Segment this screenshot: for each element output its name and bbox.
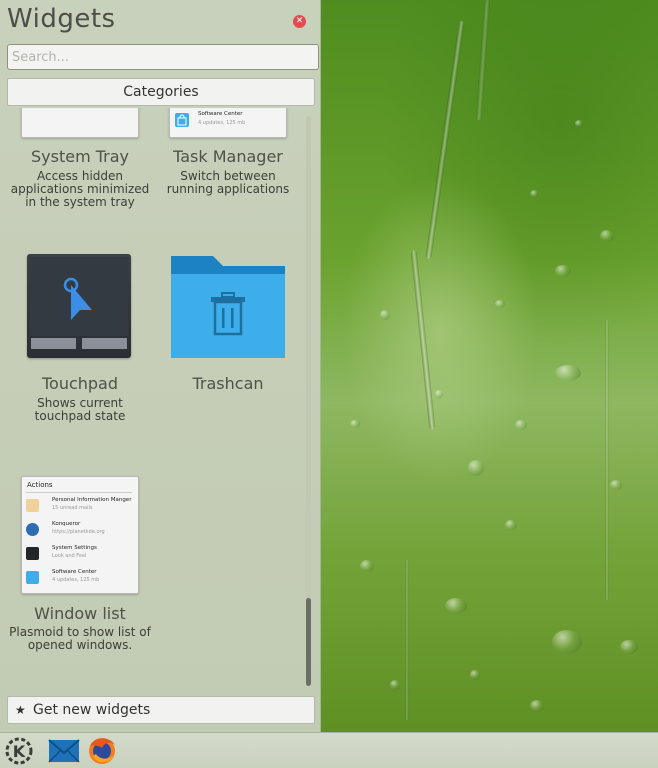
close-icon: ✕ xyxy=(295,16,304,26)
water-drop xyxy=(600,230,614,242)
widget-item-task-manager[interactable]: Software Center 4 updates, 125 mb Task M… xyxy=(153,108,303,212)
software-center-icon xyxy=(26,571,39,584)
water-drop xyxy=(470,670,480,680)
widget-item-window-list[interactable]: Actions Personal Information Manger 15 u… xyxy=(5,476,155,656)
get-new-widgets-label: Get new widgets xyxy=(33,702,151,718)
widget-explorer-panel: Widgets ✕ Categories System Tray Access … xyxy=(0,0,321,732)
get-new-widgets-button[interactable]: ★ Get new widgets xyxy=(7,696,315,724)
touchpad-right-button xyxy=(82,338,127,349)
preview-row: Software Center 4 updates, 125 mb xyxy=(26,569,136,587)
pointer-icon xyxy=(63,277,92,320)
water-drop xyxy=(360,560,374,572)
preview-app-detail: 4 updates, 125 mb xyxy=(198,120,246,126)
water-drop xyxy=(530,700,544,712)
widget-description: Access hidden applications minimized in … xyxy=(10,169,150,209)
rain-streak xyxy=(425,20,465,260)
water-drop xyxy=(380,310,390,320)
preview-row-subtitle: https://planetkde.org xyxy=(52,529,105,535)
preview-app-name: Software Center xyxy=(198,111,243,117)
preview-row: System Settings Look and Feel xyxy=(26,545,136,563)
water-drop xyxy=(445,598,467,614)
konqueror-icon xyxy=(26,523,39,536)
touchpad-thumbnail xyxy=(27,254,131,358)
water-drop xyxy=(505,520,517,530)
water-drop xyxy=(552,630,582,654)
widget-item-trashcan[interactable]: Trashcan xyxy=(153,254,303,434)
water-drop xyxy=(515,420,527,430)
widget-description: Plasmoid to show list of opened windows. xyxy=(9,625,151,652)
preview-header: Actions xyxy=(27,481,53,489)
wallpaper xyxy=(320,0,658,732)
water-drop xyxy=(555,265,571,277)
water-drop xyxy=(468,460,484,476)
system-tray-preview xyxy=(21,108,139,138)
water-drop xyxy=(530,190,539,198)
widget-description: Switch between running applications xyxy=(166,169,290,196)
rain-streak xyxy=(605,320,609,600)
widget-item-touchpad[interactable]: Touchpad Shows current touchpad state xyxy=(5,254,155,434)
taskbar: K xyxy=(0,732,658,768)
trashcan-folder-icon xyxy=(171,256,285,358)
system-settings-icon xyxy=(26,547,39,560)
kde-launcher-icon[interactable]: K xyxy=(3,736,35,766)
water-drop xyxy=(575,120,583,128)
widget-name: Trashcan xyxy=(192,374,264,393)
search-input[interactable] xyxy=(7,44,319,70)
rain-streak xyxy=(475,0,491,121)
svg-text:K: K xyxy=(13,742,26,761)
preview-row-title: System Settings xyxy=(52,545,97,551)
widget-grid: System Tray Access hidden applications m… xyxy=(0,108,304,688)
preview-row-subtitle: 4 updates, 125 mb xyxy=(52,577,100,583)
rain-streak xyxy=(410,250,436,430)
preview-row: Personal Information Manger 15 unread ma… xyxy=(26,497,136,515)
preview-divider xyxy=(26,492,132,493)
water-drop xyxy=(610,480,622,490)
water-drop xyxy=(495,300,505,308)
widget-name: Task Manager xyxy=(173,147,283,166)
water-drop xyxy=(350,420,360,428)
water-drop xyxy=(555,365,581,381)
water-drop xyxy=(620,640,638,654)
mail-icon[interactable] xyxy=(48,736,80,766)
preview-row-subtitle: Look and Feel xyxy=(52,553,87,559)
preview-row: Konqueror https://planetkde.org xyxy=(26,521,136,539)
water-drop xyxy=(390,680,400,690)
star-icon: ★ xyxy=(15,703,26,717)
preview-row-title: Konqueror xyxy=(52,521,81,527)
categories-button[interactable]: Categories xyxy=(7,78,315,106)
preview-row-subtitle: 15 unread mails xyxy=(52,505,93,511)
widget-description: Shows current touchpad state xyxy=(34,396,126,423)
task-manager-preview: Software Center 4 updates, 125 mb xyxy=(169,108,287,138)
touchpad-left-button xyxy=(31,338,76,349)
rain-streak xyxy=(405,560,409,720)
preview-row-title: Software Center xyxy=(52,569,97,575)
close-button[interactable]: ✕ xyxy=(293,15,306,28)
water-drop xyxy=(435,390,443,398)
scrollbar-handle[interactable] xyxy=(306,598,311,686)
widget-name: System Tray xyxy=(30,147,130,166)
preview-row-title: Personal Information Manger xyxy=(52,497,132,503)
widget-name: Touchpad xyxy=(41,374,119,393)
window-list-preview: Actions Personal Information Manger 15 u… xyxy=(21,476,139,594)
widget-item-system-tray[interactable]: System Tray Access hidden applications m… xyxy=(5,108,155,212)
widget-name: Window list xyxy=(34,604,126,623)
pim-icon xyxy=(26,499,39,512)
firefox-icon[interactable] xyxy=(86,736,118,766)
desktop: Widgets ✕ Categories System Tray Access … xyxy=(0,0,658,768)
software-center-icon xyxy=(175,113,189,127)
panel-title: Widgets xyxy=(7,4,116,34)
